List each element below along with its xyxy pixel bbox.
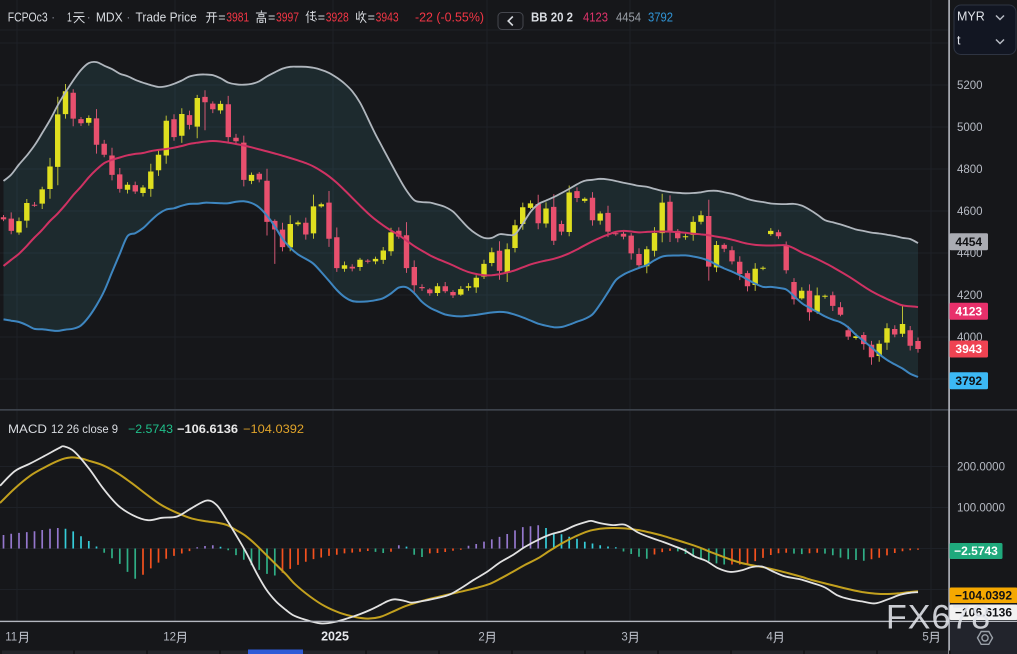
svg-text:4454: 4454: [616, 11, 641, 25]
svg-text:4600: 4600: [957, 206, 983, 218]
svg-text:MDX: MDX: [96, 11, 123, 25]
svg-text:12 26 close 9: 12 26 close 9: [51, 422, 118, 436]
svg-text:·: ·: [87, 10, 91, 25]
svg-text:Trade Price: Trade Price: [136, 10, 197, 25]
svg-text:4: 4: [766, 632, 773, 644]
svg-text:3792: 3792: [955, 374, 982, 388]
svg-text:100.0000: 100.0000: [957, 503, 1005, 515]
svg-text:=: =: [318, 11, 325, 25]
svg-text:2025: 2025: [321, 630, 349, 644]
svg-text:t: t: [957, 34, 961, 48]
svg-text:=: =: [268, 11, 275, 25]
svg-text:−2.5743: −2.5743: [954, 544, 998, 558]
svg-text:4123: 4123: [955, 304, 982, 318]
svg-text:MACD: MACD: [8, 422, 47, 436]
svg-text:−104.0392: −104.0392: [243, 422, 304, 436]
svg-text:FX678: FX678: [886, 599, 991, 637]
svg-text:3943: 3943: [955, 342, 982, 356]
svg-text:3: 3: [621, 632, 627, 644]
svg-text:·: ·: [126, 10, 130, 25]
svg-text:12: 12: [163, 632, 176, 644]
svg-text:4123: 4123: [583, 11, 608, 25]
svg-text:−106.6136: −106.6136: [177, 422, 238, 436]
svg-text:5000: 5000: [957, 122, 983, 134]
svg-text:2: 2: [478, 632, 484, 644]
svg-text:BB 20 2: BB 20 2: [531, 10, 573, 25]
svg-text:1: 1: [67, 11, 72, 25]
svg-text:3943: 3943: [376, 11, 399, 25]
svg-text:4200: 4200: [957, 290, 983, 302]
svg-text:3792: 3792: [648, 11, 673, 25]
svg-text:3997: 3997: [276, 11, 299, 25]
svg-text:200.0000: 200.0000: [957, 462, 1005, 474]
svg-text:MYR: MYR: [957, 10, 985, 24]
svg-text:3928: 3928: [326, 11, 349, 25]
svg-text:=: =: [368, 11, 375, 25]
svg-text:4800: 4800: [957, 164, 983, 176]
svg-text:4454: 4454: [955, 235, 982, 249]
svg-text:3981: 3981: [226, 11, 249, 25]
svg-text:−2.5743: −2.5743: [128, 422, 173, 436]
svg-text:·: ·: [51, 10, 55, 25]
svg-text:11: 11: [5, 632, 17, 644]
svg-text:5200: 5200: [957, 80, 983, 92]
svg-text:-22 (-0.55%): -22 (-0.55%): [415, 11, 484, 25]
svg-text:=: =: [218, 11, 225, 25]
svg-text:FCPOc3: FCPOc3: [8, 10, 48, 25]
